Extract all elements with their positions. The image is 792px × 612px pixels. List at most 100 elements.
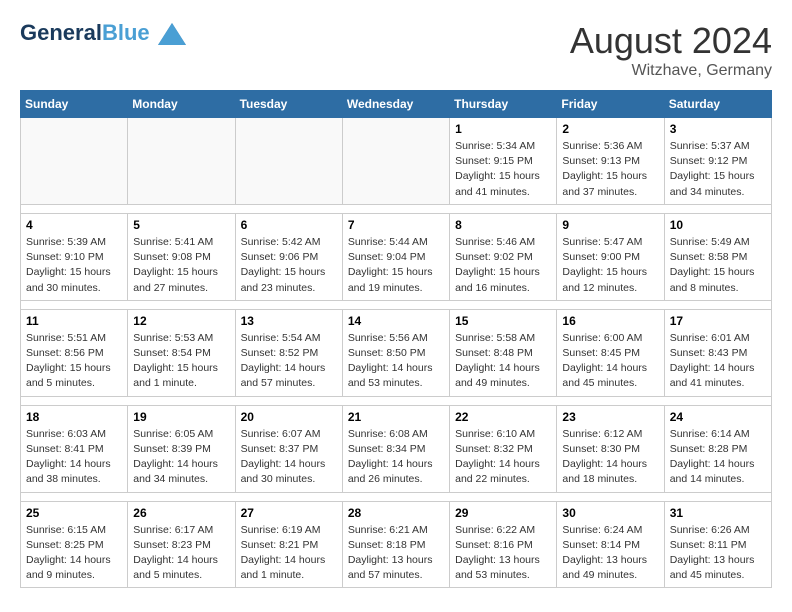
day-info: Sunrise: 6:26 AM Sunset: 8:11 PM Dayligh… — [670, 523, 766, 584]
calendar-day-cell: 29 Sunrise: 6:22 AM Sunset: 8:16 PM Dayli… — [450, 501, 557, 588]
day-number: 31 — [670, 506, 766, 520]
day-number: 16 — [562, 314, 658, 328]
calendar-day-cell: 24 Sunrise: 6:14 AM Sunset: 8:28 PM Dayli… — [664, 405, 771, 492]
day-number: 3 — [670, 122, 766, 136]
calendar-day-cell: 13 Sunrise: 5:54 AM Sunset: 8:52 PM Dayli… — [235, 309, 342, 396]
day-info: Sunrise: 6:00 AM Sunset: 8:45 PM Dayligh… — [562, 331, 658, 392]
day-info: Sunrise: 6:05 AM Sunset: 8:39 PM Dayligh… — [133, 427, 229, 488]
day-info: Sunrise: 5:44 AM Sunset: 9:04 PM Dayligh… — [348, 235, 444, 296]
day-number: 29 — [455, 506, 551, 520]
logo-icon — [158, 23, 186, 45]
day-info: Sunrise: 6:14 AM Sunset: 8:28 PM Dayligh… — [670, 427, 766, 488]
calendar-day-cell: 12Sunrise: 5:53 AM Sunset: 8:54 PM Dayli… — [128, 309, 235, 396]
day-number: 15 — [455, 314, 551, 328]
day-info: Sunrise: 6:19 AM Sunset: 8:21 PM Dayligh… — [241, 523, 337, 584]
calendar-week-row: 4 Sunrise: 5:39 AM Sunset: 9:10 PM Daylig… — [21, 213, 772, 300]
day-number: 9 — [562, 218, 658, 232]
calendar-day-cell: 8Sunrise: 5:46 AM Sunset: 9:02 PM Daylig… — [450, 213, 557, 300]
day-info: Sunrise: 5:56 AM Sunset: 8:50 PM Dayligh… — [348, 331, 444, 392]
day-info: Sunrise: 5:54 AM Sunset: 8:52 PM Dayligh… — [241, 331, 337, 392]
logo-text: GeneralBlue — [20, 20, 186, 45]
calendar-week-row: 1 Sunrise: 5:34 AM Sunset: 9:15 PM Daylig… — [21, 118, 772, 205]
calendar-day-cell: 14 Sunrise: 5:56 AM Sunset: 8:50 PM Dayli… — [342, 309, 449, 396]
day-number: 28 — [348, 506, 444, 520]
day-number: 2 — [562, 122, 658, 136]
location-title: Witzhave, Germany — [570, 62, 772, 80]
calendar-day-cell: 28Sunrise: 6:21 AM Sunset: 8:18 PM Dayli… — [342, 501, 449, 588]
weekday-header-wednesday: Wednesday — [342, 91, 449, 118]
week-separator — [21, 204, 772, 213]
day-number: 6 — [241, 218, 337, 232]
calendar-day-cell: 22 Sunrise: 6:10 AM Sunset: 8:32 PM Dayli… — [450, 405, 557, 492]
empty-day-cell — [128, 118, 235, 205]
weekday-header-thursday: Thursday — [450, 91, 557, 118]
day-info: Sunrise: 6:17 AM Sunset: 8:23 PM Dayligh… — [133, 523, 229, 584]
day-info: Sunrise: 5:53 AM Sunset: 8:54 PM Dayligh… — [133, 331, 229, 392]
calendar-week-row: 18 Sunrise: 6:03 AM Sunset: 8:41 PM Dayli… — [21, 405, 772, 492]
day-info: Sunrise: 5:37 AM Sunset: 9:12 PM Dayligh… — [670, 139, 766, 200]
week-separator — [21, 492, 772, 501]
weekday-header-tuesday: Tuesday — [235, 91, 342, 118]
day-info: Sunrise: 5:49 AM Sunset: 8:58 PM Dayligh… — [670, 235, 766, 296]
day-info: Sunrise: 5:42 AM Sunset: 9:06 PM Dayligh… — [241, 235, 337, 296]
day-info: Sunrise: 6:01 AM Sunset: 8:43 PM Dayligh… — [670, 331, 766, 392]
day-info: Sunrise: 6:08 AM Sunset: 8:34 PM Dayligh… — [348, 427, 444, 488]
day-info: Sunrise: 6:10 AM Sunset: 8:32 PM Dayligh… — [455, 427, 551, 488]
calendar-day-cell: 6 Sunrise: 5:42 AM Sunset: 9:06 PM Daylig… — [235, 213, 342, 300]
day-info: Sunrise: 5:34 AM Sunset: 9:15 PM Dayligh… — [455, 139, 551, 200]
calendar-day-cell: 16 Sunrise: 6:00 AM Sunset: 8:45 PM Dayli… — [557, 309, 664, 396]
day-number: 7 — [348, 218, 444, 232]
day-number: 19 — [133, 410, 229, 424]
day-number: 13 — [241, 314, 337, 328]
day-number: 26 — [133, 506, 229, 520]
calendar-day-cell: 23Sunrise: 6:12 AM Sunset: 8:30 PM Dayli… — [557, 405, 664, 492]
calendar-day-cell: 11Sunrise: 5:51 AM Sunset: 8:56 PM Dayli… — [21, 309, 128, 396]
day-number: 22 — [455, 410, 551, 424]
day-number: 4 — [26, 218, 122, 232]
calendar-day-cell: 17 Sunrise: 6:01 AM Sunset: 8:43 PM Dayli… — [664, 309, 771, 396]
day-number: 14 — [348, 314, 444, 328]
calendar-day-cell: 1 Sunrise: 5:34 AM Sunset: 9:15 PM Daylig… — [450, 118, 557, 205]
calendar-day-cell: 2 Sunrise: 5:36 AM Sunset: 9:13 PM Daylig… — [557, 118, 664, 205]
logo: GeneralBlue — [20, 20, 186, 45]
week-separator — [21, 300, 772, 309]
day-info: Sunrise: 6:07 AM Sunset: 8:37 PM Dayligh… — [241, 427, 337, 488]
weekday-header-sunday: Sunday — [21, 91, 128, 118]
empty-day-cell — [21, 118, 128, 205]
day-info: Sunrise: 5:58 AM Sunset: 8:48 PM Dayligh… — [455, 331, 551, 392]
day-info: Sunrise: 6:03 AM Sunset: 8:41 PM Dayligh… — [26, 427, 122, 488]
calendar-day-cell: 4 Sunrise: 5:39 AM Sunset: 9:10 PM Daylig… — [21, 213, 128, 300]
title-block: August 2024 Witzhave, Germany — [570, 20, 772, 80]
calendar-day-cell: 26 Sunrise: 6:17 AM Sunset: 8:23 PM Dayli… — [128, 501, 235, 588]
day-number: 20 — [241, 410, 337, 424]
calendar-week-row: 25Sunrise: 6:15 AM Sunset: 8:25 PM Dayli… — [21, 501, 772, 588]
calendar-day-cell: 3 Sunrise: 5:37 AM Sunset: 9:12 PM Daylig… — [664, 118, 771, 205]
day-info: Sunrise: 5:36 AM Sunset: 9:13 PM Dayligh… — [562, 139, 658, 200]
empty-day-cell — [342, 118, 449, 205]
day-number: 27 — [241, 506, 337, 520]
day-number: 5 — [133, 218, 229, 232]
weekday-header-monday: Monday — [128, 91, 235, 118]
page-header: GeneralBlue August 2024 Witzhave, German… — [20, 20, 772, 80]
calendar-day-cell: 5Sunrise: 5:41 AM Sunset: 9:08 PM Daylig… — [128, 213, 235, 300]
calendar-day-cell: 20 Sunrise: 6:07 AM Sunset: 8:37 PM Dayli… — [235, 405, 342, 492]
day-number: 17 — [670, 314, 766, 328]
day-number: 1 — [455, 122, 551, 136]
calendar-day-cell: 18 Sunrise: 6:03 AM Sunset: 8:41 PM Dayli… — [21, 405, 128, 492]
day-info: Sunrise: 6:22 AM Sunset: 8:16 PM Dayligh… — [455, 523, 551, 584]
day-number: 24 — [670, 410, 766, 424]
day-number: 8 — [455, 218, 551, 232]
calendar-day-cell: 15 Sunrise: 5:58 AM Sunset: 8:48 PM Dayli… — [450, 309, 557, 396]
empty-day-cell — [235, 118, 342, 205]
calendar-day-cell: 31 Sunrise: 6:26 AM Sunset: 8:11 PM Dayli… — [664, 501, 771, 588]
day-info: Sunrise: 5:47 AM Sunset: 9:00 PM Dayligh… — [562, 235, 658, 296]
calendar-header-row: SundayMondayTuesdayWednesdayThursdayFrid… — [21, 91, 772, 118]
day-number: 18 — [26, 410, 122, 424]
calendar-day-cell: 7 Sunrise: 5:44 AM Sunset: 9:04 PM Daylig… — [342, 213, 449, 300]
day-info: Sunrise: 5:51 AM Sunset: 8:56 PM Dayligh… — [26, 331, 122, 392]
calendar-day-cell: 9 Sunrise: 5:47 AM Sunset: 9:00 PM Daylig… — [557, 213, 664, 300]
day-info: Sunrise: 6:24 AM Sunset: 8:14 PM Dayligh… — [562, 523, 658, 584]
day-info: Sunrise: 5:39 AM Sunset: 9:10 PM Dayligh… — [26, 235, 122, 296]
day-info: Sunrise: 6:15 AM Sunset: 8:25 PM Dayligh… — [26, 523, 122, 584]
day-info: Sunrise: 6:12 AM Sunset: 8:30 PM Dayligh… — [562, 427, 658, 488]
